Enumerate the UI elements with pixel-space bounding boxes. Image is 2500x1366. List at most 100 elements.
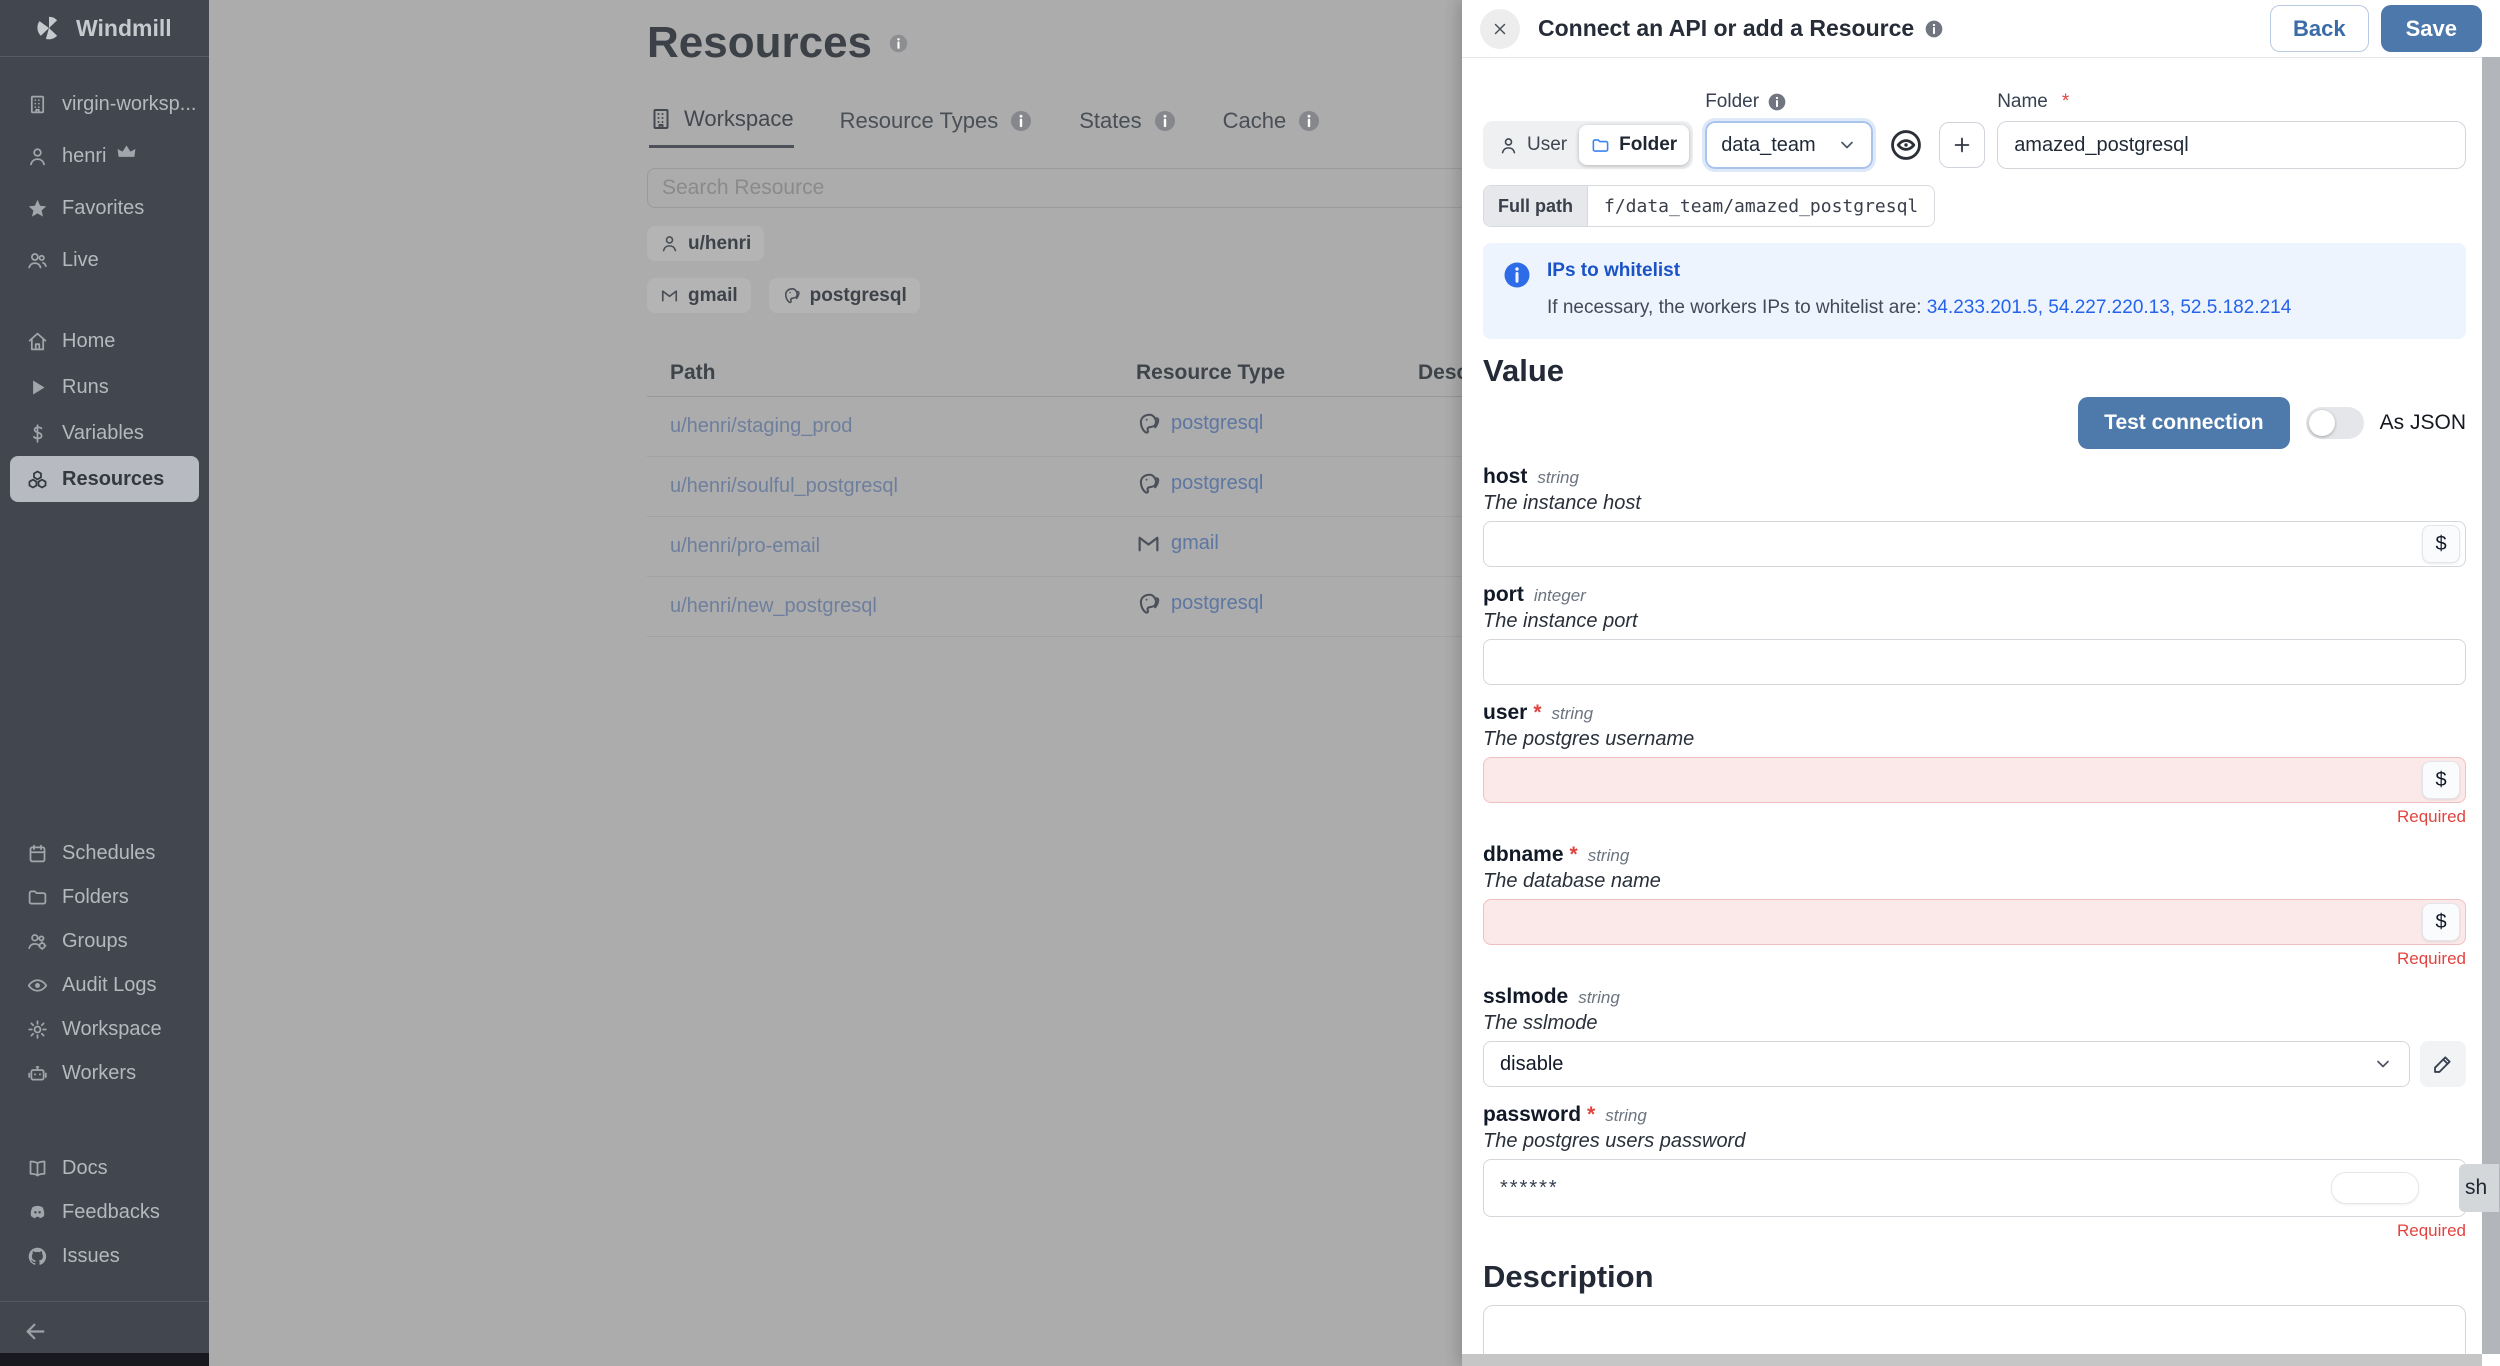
sidebar-divider — [0, 1301, 209, 1302]
arrow-left-icon — [22, 1318, 49, 1345]
filter-chip-postgresql[interactable]: postgresql — [768, 278, 920, 313]
play-icon — [27, 377, 48, 398]
postgres-icon — [1136, 471, 1161, 496]
value-heading: Value — [1483, 353, 1564, 388]
field-label-row: dbname * string — [1483, 843, 2466, 867]
owner-filter-chips: u/henri — [647, 226, 765, 261]
field-input-host[interactable]: $ — [1483, 521, 2466, 567]
sidebar-item-live[interactable]: Live — [0, 234, 209, 286]
owner-kind-toggle: User Folder — [1483, 121, 1694, 169]
filter-chip-gmail[interactable]: gmail — [647, 278, 751, 313]
resource-type-link[interactable]: postgresql — [1136, 411, 1263, 436]
sidebar-item-label: Runs — [62, 375, 109, 398]
field-input-user[interactable]: $ — [1483, 757, 2466, 803]
info-icon[interactable] — [888, 33, 909, 54]
info-icon[interactable] — [1767, 92, 1787, 112]
sidebar-item-groups[interactable]: Groups — [0, 919, 209, 963]
info-icon[interactable] — [1297, 109, 1321, 133]
tab-states[interactable]: States — [1079, 106, 1176, 148]
field-label-row: sslmode string — [1483, 985, 2466, 1009]
sidebar-item-schedules[interactable]: Schedules — [0, 831, 209, 875]
test-connection-button[interactable]: Test connection — [2078, 397, 2290, 449]
sidebar-item-home[interactable]: Home — [0, 318, 209, 364]
insert-variable-button[interactable]: $ — [2422, 903, 2460, 941]
discord-icon — [27, 1202, 48, 1223]
insert-variable-button[interactable]: $ — [2422, 525, 2460, 563]
add-folder-button[interactable] — [1939, 122, 1986, 168]
field-select-sslmode[interactable]: disable — [1483, 1041, 2410, 1087]
resource-path-link[interactable]: u/henri/pro-email — [670, 535, 820, 557]
sidebar-item-resources[interactable]: Resources — [10, 456, 199, 502]
field-label-row: user * string — [1483, 701, 2466, 725]
name-input[interactable]: amazed_postgresql — [1997, 121, 2466, 169]
sidebar-item-henri[interactable]: henri — [0, 130, 209, 182]
resource-path-link[interactable]: u/henri/staging_prod — [670, 415, 852, 437]
book-icon — [27, 1158, 48, 1179]
sidebar-item-docs[interactable]: Docs — [0, 1146, 209, 1190]
back-button[interactable]: Back — [2270, 5, 2369, 52]
sidebar-item-label: Docs — [62, 1156, 108, 1179]
field-type: string — [1578, 988, 1620, 1007]
field-input-dbname[interactable]: $ — [1483, 899, 2466, 945]
windmill-logo[interactable]: Windmill — [0, 0, 209, 57]
sidebar-collapse-button[interactable] — [22, 1318, 49, 1348]
sidebar: Windmill virgin-worksp... henri Favorites L… — [0, 0, 209, 1366]
insert-variable-button[interactable]: $ — [2422, 761, 2460, 799]
info-circle-icon — [1502, 260, 1532, 290]
gear-icon — [27, 1019, 48, 1040]
vertical-scrollbar[interactable] — [2482, 57, 2500, 1354]
filter-chip-u-henri[interactable]: u/henri — [647, 226, 765, 261]
owner-kind-user-label: User — [1527, 134, 1568, 155]
tab-workspace[interactable]: Workspace — [649, 106, 794, 148]
owner-kind-user[interactable]: User — [1487, 125, 1579, 165]
resource-type-link[interactable]: postgresql — [1136, 471, 1263, 496]
info-icon[interactable] — [1153, 109, 1177, 133]
postgres-icon — [1136, 591, 1161, 616]
close-drawer-button[interactable] — [1480, 8, 1520, 49]
folder-label-row: Folder — [1705, 91, 1873, 113]
pencil-icon — [2432, 1053, 2454, 1075]
save-button[interactable]: Save — [2380, 5, 2482, 52]
ips-whitelist-prefix: If necessary, the workers IPs to whiteli… — [1547, 297, 1927, 318]
resource-path-link[interactable]: u/henri/soulful_postgresql — [670, 475, 898, 497]
as-json-toggle[interactable] — [2305, 407, 2364, 439]
info-icon[interactable] — [1009, 109, 1033, 133]
sidebar-item-folders[interactable]: Folders — [0, 875, 209, 919]
field-type: string — [1551, 704, 1594, 723]
sidebar-item-runs[interactable]: Runs — [0, 364, 209, 410]
ips-whitelist-addresses: 34.233.201.5, 54.227.220.13, 52.5.182.21… — [1926, 297, 2292, 318]
horizontal-scrollbar[interactable] — [1462, 1354, 2482, 1366]
sidebar-item-audit-logs[interactable]: Audit Logs — [0, 963, 209, 1007]
sidebar-item-workspace[interactable]: Workspace — [0, 1007, 209, 1051]
sidebar-item-favorites[interactable]: Favorites — [0, 182, 209, 234]
sidebar-item-virgin-worksp[interactable]: virgin-worksp... — [0, 78, 209, 130]
folder-icon — [1591, 136, 1610, 155]
required-star: * — [1587, 1103, 1596, 1126]
field-input-password[interactable]: ****** sh — [1483, 1159, 2499, 1217]
sidebar-item-label: Variables — [62, 421, 144, 444]
owner-kind-folder[interactable]: Folder — [1579, 125, 1690, 165]
resource-path-link[interactable]: u/henri/new_postgresql — [670, 595, 877, 617]
resource-type-link[interactable]: postgresql — [1136, 591, 1263, 616]
explore-folder-button[interactable] — [1885, 123, 1927, 167]
field-description: The sslmode — [1483, 1012, 1598, 1034]
form-field-dbname: dbname * string The database name $ Required — [1483, 843, 2466, 969]
info-icon[interactable] — [1924, 19, 1944, 39]
folder-select[interactable]: data_team — [1702, 118, 1877, 172]
sidebar-item-variables[interactable]: Variables — [0, 410, 209, 456]
full-path-value: f/data_team/amazed_postgresql — [1587, 186, 1935, 226]
password-reveal-pill[interactable] — [2331, 1172, 2419, 1204]
field-input-port[interactable] — [1483, 639, 2466, 685]
resource-type-link[interactable]: gmail — [1136, 531, 1219, 556]
field-description: The instance host — [1483, 492, 1641, 514]
sidebar-item-issues[interactable]: Issues — [0, 1234, 209, 1278]
sidebar-item-label: Schedules — [62, 841, 156, 864]
edit-raw-button[interactable] — [2420, 1041, 2466, 1087]
sidebar-item-feedbacks[interactable]: Feedbacks — [0, 1190, 209, 1234]
tab-cache[interactable]: Cache — [1223, 106, 1322, 148]
sidebar-item-workers[interactable]: Workers — [0, 1051, 209, 1095]
folder-icon — [27, 887, 48, 908]
home-icon — [27, 331, 48, 352]
github-icon — [27, 1246, 48, 1267]
tab-resource-types[interactable]: Resource Types — [840, 106, 1034, 148]
